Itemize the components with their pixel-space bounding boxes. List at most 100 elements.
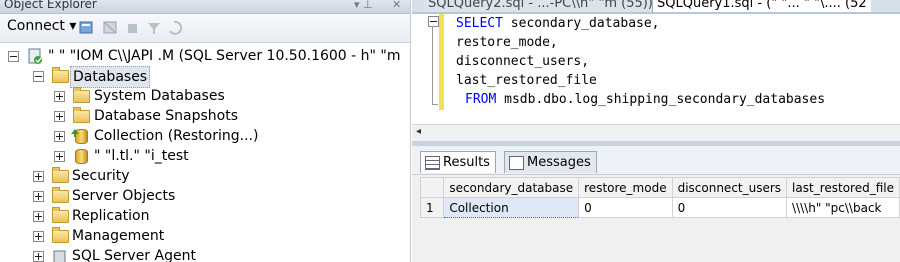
- object-explorer-titlebar: Object Explorer ▾ ⊥ ✕: [0, 0, 410, 14]
- grid-header-row: secondary_database restore_mode disconne…: [419, 177, 900, 198]
- expand-icon[interactable]: [33, 211, 44, 222]
- tree-item-label: Database Snapshots: [94, 108, 238, 124]
- row-number[interactable]: 1: [419, 197, 445, 218]
- tab-results[interactable]: Results: [420, 151, 496, 173]
- collapse-icon[interactable]: [428, 16, 439, 27]
- tab-messages-label: Messages: [527, 155, 591, 170]
- filter-icon[interactable]: [148, 23, 160, 34]
- query-window: SQLQuery2.sql - ...-PC\\h" "m (55))* SQL…: [412, 0, 900, 262]
- tree-item-label: Replication: [72, 208, 150, 224]
- grid-cell[interactable]: Collection: [443, 197, 580, 218]
- code-text: disconnect_users,: [456, 54, 590, 69]
- tree-item-test-db[interactable]: " "l.tl." "i_test: [0, 146, 410, 166]
- table-row: 1 Collection 0 0 \\\\h" "pc\\back: [419, 197, 900, 218]
- object-explorer-panel: Object Explorer ▾ ⊥ ✕ Connect ▾ " " "IOM…: [0, 0, 411, 262]
- stop-icon[interactable]: [128, 24, 137, 33]
- column-header[interactable]: disconnect_users: [671, 177, 788, 198]
- results-tabs: Results Messages: [412, 146, 900, 175]
- tree-item-label: Server Objects: [72, 188, 176, 204]
- grid-icon: [425, 156, 440, 170]
- editor-horizontal-scrollbar[interactable]: ◂: [412, 124, 900, 141]
- folder-icon: [52, 187, 69, 203]
- restoring-arrow-icon: [71, 129, 79, 137]
- code-line-2: restore_mode,: [456, 33, 558, 52]
- code-text: secondary_database,: [502, 16, 660, 31]
- pin-icon[interactable]: ▾ ⊥: [354, 0, 373, 11]
- tab-messages[interactable]: Messages: [504, 151, 597, 173]
- row-header-corner: [419, 177, 445, 198]
- expand-icon[interactable]: [54, 111, 65, 122]
- expand-icon[interactable]: [54, 131, 65, 142]
- collapse-icon[interactable]: [33, 71, 44, 82]
- tree-item-label: Collection (Restoring...): [94, 128, 259, 144]
- outline-line: [432, 104, 438, 105]
- expand-icon[interactable]: [33, 231, 44, 242]
- folder-icon: [52, 207, 69, 223]
- code-line-1: SELECT secondary_database,: [456, 14, 660, 33]
- tree-item-security[interactable]: Security: [0, 166, 410, 186]
- tree-item-database-snapshots[interactable]: Database Snapshots: [0, 106, 410, 126]
- code-line-4: last_restored_file: [456, 71, 597, 90]
- expand-icon[interactable]: [33, 171, 44, 182]
- outline-line: [432, 26, 433, 104]
- tree-item-label: System Databases: [94, 88, 225, 104]
- tree-item-label: Management: [72, 228, 165, 244]
- folder-icon: [52, 227, 69, 243]
- code-text: msdb.dbo.log_shipping_secondary_database…: [496, 92, 826, 107]
- expand-icon[interactable]: [54, 91, 65, 102]
- server-icon: [28, 48, 42, 64]
- tree-item-server[interactable]: " " "IOM C\\JAPI .M (SQL Server 10.50.16…: [0, 46, 410, 66]
- folder-icon: [52, 67, 69, 83]
- tab-results-label: Results: [443, 155, 490, 170]
- collapse-icon[interactable]: [8, 51, 19, 62]
- expand-icon[interactable]: [54, 151, 65, 162]
- code-line-5: FROM msdb.dbo.log_shipping_secondary_dat…: [465, 90, 825, 109]
- folder-icon: [73, 87, 90, 103]
- toolbar-icons: [79, 20, 183, 35]
- column-header[interactable]: restore_mode: [578, 177, 673, 198]
- messages-icon: [509, 156, 524, 170]
- object-explorer-toolbar: Connect ▾: [0, 14, 410, 43]
- keyword: FROM: [465, 92, 497, 107]
- document-tabs: SQLQuery2.sql - ...-PC\\h" "m (55))* SQL…: [412, 0, 900, 14]
- connect-button[interactable]: Connect ▾: [7, 18, 76, 34]
- register-server-icon[interactable]: [79, 21, 93, 34]
- grid-cell[interactable]: 0: [578, 197, 673, 218]
- tree-item-replication[interactable]: Replication: [0, 206, 410, 226]
- column-header[interactable]: last_restored_file: [786, 177, 900, 198]
- code-line-3: disconnect_users,: [456, 52, 589, 71]
- code-text: restore_mode,: [456, 35, 558, 50]
- grid-cell[interactable]: 0: [671, 197, 788, 218]
- tree-item-label: SQL Server Agent: [72, 248, 196, 262]
- database-icon: [75, 149, 88, 164]
- changed-lines-marker: [439, 14, 444, 110]
- tree-item-label: Security: [72, 168, 130, 184]
- folder-icon: [73, 107, 90, 123]
- results-grid: secondary_database restore_mode disconne…: [419, 177, 900, 218]
- tree-item-server-objects[interactable]: Server Objects: [0, 186, 410, 206]
- tab-sqlquery1[interactable]: SQLQuery1.sql - (" "... " "\.... (52: [652, 0, 871, 12]
- server-label: " " "IOM C\\JAPI .M (SQL Server 10.50.16…: [48, 48, 401, 64]
- close-icon[interactable]: ✕: [392, 0, 401, 11]
- refresh-icon[interactable]: [169, 20, 183, 35]
- folder-icon: [52, 167, 69, 183]
- scroll-left-icon[interactable]: ◂: [416, 126, 421, 137]
- tree-item-system-databases[interactable]: System Databases: [0, 86, 410, 106]
- tree-item-sql-server-agent[interactable]: SQL Server Agent: [0, 246, 410, 262]
- keyword: SELECT: [456, 16, 503, 31]
- results-grid-area: secondary_database restore_mode disconne…: [412, 175, 900, 262]
- tab-sqlquery2[interactable]: SQLQuery2.sql - ...-PC\\h" "m (55))*: [424, 0, 664, 12]
- grid-cell[interactable]: \\\\h" "pc\\back: [786, 197, 900, 218]
- column-header[interactable]: secondary_database: [443, 177, 580, 198]
- disconnect-icon[interactable]: [103, 21, 117, 34]
- code-text: last_restored_file: [456, 73, 597, 88]
- tree-item-databases[interactable]: Databases: [0, 66, 410, 88]
- tree-item-collection[interactable]: Collection (Restoring...): [0, 126, 410, 146]
- expand-icon[interactable]: [33, 191, 44, 202]
- tree-item-label: " "l.tl." "i_test: [94, 148, 189, 164]
- tree-item-management[interactable]: Management: [0, 226, 410, 246]
- expand-icon[interactable]: [33, 251, 44, 262]
- agent-icon: [53, 250, 66, 262]
- object-explorer-title: Object Explorer: [4, 0, 97, 11]
- tree-item-label: Databases: [70, 66, 151, 88]
